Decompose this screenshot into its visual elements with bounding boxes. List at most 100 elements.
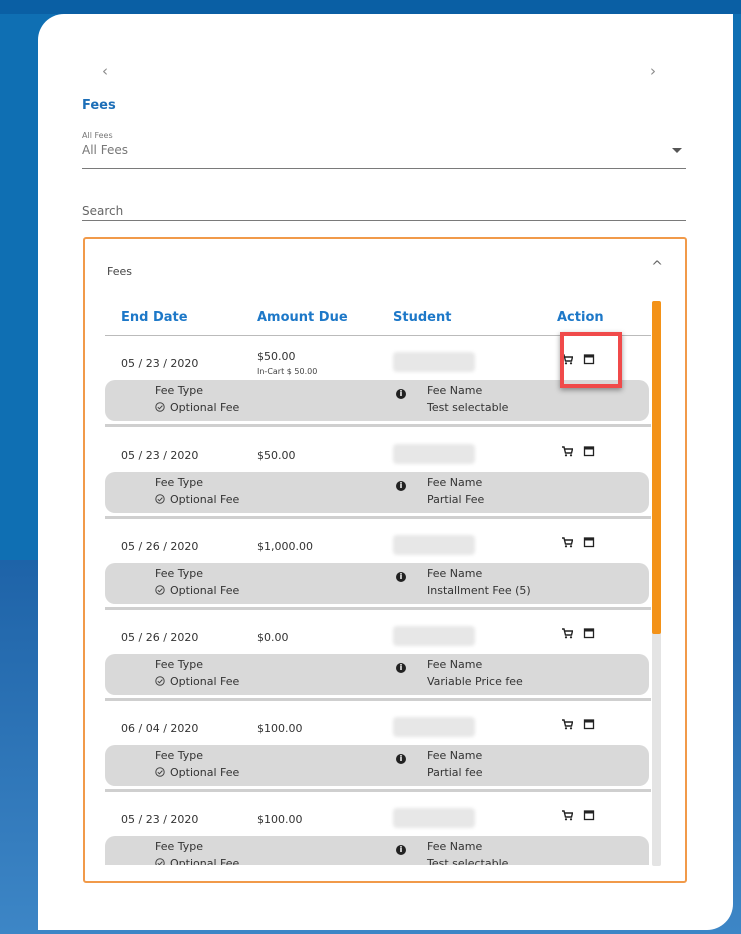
cart-icon[interactable]	[561, 445, 573, 457]
student-name-blurred	[393, 535, 475, 555]
student-name-blurred	[393, 444, 475, 464]
cart-icon[interactable]	[561, 718, 573, 730]
fee-name-value: Installment Fee (5)	[427, 584, 531, 597]
column-header-student[interactable]: Student	[393, 310, 451, 325]
search-input[interactable]	[82, 204, 686, 218]
fee-name-value: Partial fee	[427, 766, 483, 779]
check-circle-icon	[155, 494, 165, 504]
student-name-blurred	[393, 717, 475, 737]
fee-type-text: Optional Fee	[170, 675, 240, 688]
fee-name-value: Test selectable	[427, 401, 509, 414]
fee-type-label: Fee Type	[155, 840, 204, 853]
fee-detail-panel: Fee Type Optional Fee i Fee Name Install…	[105, 563, 649, 604]
row-divider	[105, 789, 651, 792]
fee-type-text: Optional Fee	[170, 584, 240, 597]
check-circle-icon	[155, 767, 165, 777]
calendar-icon[interactable]	[583, 536, 595, 548]
info-icon: i	[396, 754, 406, 764]
fee-type-value: Optional Fee	[155, 857, 239, 865]
fee-name-value: Partial Fee	[427, 493, 485, 506]
end-date-cell: 05 / 26 / 2020	[121, 540, 199, 553]
check-circle-icon	[155, 402, 165, 412]
column-header-amount-due[interactable]: Amount Due	[257, 310, 348, 325]
fee-type-value: Optional Fee	[155, 584, 239, 597]
calendar-icon[interactable]	[583, 718, 595, 730]
info-icon: i	[396, 389, 406, 399]
fee-name-value: Test selectable	[427, 857, 509, 865]
fee-detail-panel: Fee Type Optional Fee i Fee Name Partial…	[105, 745, 649, 786]
search-field[interactable]	[82, 200, 686, 221]
cart-icon[interactable]	[561, 809, 573, 821]
fee-filter-select[interactable]: All Fees All Fees	[82, 131, 686, 169]
amount-due-cell: $50.00	[257, 449, 296, 462]
student-name-blurred	[393, 352, 475, 372]
fee-type-label: Fee Type	[155, 567, 204, 580]
row-divider	[105, 607, 651, 610]
table-row: 05 / 23 / 2020 $100.00 Fee Type Optional…	[105, 793, 651, 865]
cart-icon[interactable]	[561, 536, 573, 548]
fee-name-label: Fee Name	[427, 749, 483, 762]
column-header-action[interactable]: Action	[557, 310, 604, 325]
fee-type-label: Fee Type	[155, 658, 204, 671]
top-banner	[0, 0, 741, 14]
end-date-cell: 05 / 26 / 2020	[121, 631, 199, 644]
amount-due-cell: $1,000.00	[257, 540, 313, 553]
filter-label: All Fees	[82, 131, 113, 140]
fee-name-value: Variable Price fee	[427, 675, 523, 688]
table-row: 06 / 04 / 2020 $100.00 Fee Type Optional…	[105, 702, 651, 792]
fee-type-text: Optional Fee	[170, 857, 240, 865]
fee-type-label: Fee Type	[155, 384, 204, 397]
table-row: 05 / 26 / 2020 $1,000.00 Fee Type Option…	[105, 520, 651, 610]
amount-due-cell: $50.00	[257, 350, 296, 363]
end-date-cell: 05 / 23 / 2020	[121, 813, 199, 826]
table-row: 05 / 23 / 2020 $50.00 Fee Type Optional …	[105, 429, 651, 519]
fee-name-label: Fee Name	[427, 567, 483, 580]
info-icon: i	[396, 845, 406, 855]
highlight-box	[560, 332, 622, 388]
check-circle-icon	[155, 585, 165, 595]
fee-name-label: Fee Name	[427, 384, 483, 397]
fee-name-label: Fee Name	[427, 476, 483, 489]
calendar-icon[interactable]	[583, 809, 595, 821]
fee-detail-panel: Fee Type Optional Fee i Fee Name Test se…	[105, 836, 649, 865]
fee-type-label: Fee Type	[155, 749, 204, 762]
calendar-icon[interactable]	[583, 445, 595, 457]
collapse-chevron-icon[interactable]: ^	[651, 259, 663, 275]
check-circle-icon	[155, 676, 165, 686]
end-date-cell: 05 / 23 / 2020	[121, 449, 199, 462]
row-divider	[105, 698, 651, 701]
student-name-blurred	[393, 808, 475, 828]
row-divider	[105, 424, 651, 427]
info-icon: i	[396, 572, 406, 582]
dropdown-arrow-icon	[672, 148, 682, 153]
info-icon: i	[396, 481, 406, 491]
scrollbar-thumb[interactable]	[652, 301, 661, 634]
column-header-end-date[interactable]: End Date	[121, 310, 188, 325]
row-divider	[105, 516, 651, 519]
fee-type-text: Optional Fee	[170, 493, 240, 506]
fees-accordion-title: Fees	[107, 265, 132, 278]
fee-type-value: Optional Fee	[155, 675, 239, 688]
calendar-icon[interactable]	[583, 627, 595, 639]
scrollbar[interactable]	[652, 301, 661, 866]
fee-name-label: Fee Name	[427, 840, 483, 853]
fee-type-label: Fee Type	[155, 476, 204, 489]
amount-due-cell: $100.00	[257, 722, 303, 735]
cart-icon[interactable]	[561, 627, 573, 639]
table-row: 05 / 26 / 2020 $0.00 Fee Type Optional F…	[105, 611, 651, 701]
end-date-cell: 05 / 23 / 2020	[121, 357, 199, 370]
fee-detail-panel: Fee Type Optional Fee i Fee Name Partial…	[105, 472, 649, 513]
next-arrow-icon[interactable]: ›	[650, 62, 656, 80]
previous-arrow-icon[interactable]: ‹	[102, 62, 108, 80]
amount-due-cell: $0.00	[257, 631, 289, 644]
info-icon: i	[396, 663, 406, 673]
filter-value: All Fees	[82, 143, 128, 157]
fee-name-label: Fee Name	[427, 658, 483, 671]
fees-panel: ‹ › Fees All Fees All Fees Fees ^ End Da…	[38, 14, 733, 930]
in-cart-amount: In-Cart $ 50.00	[257, 367, 318, 376]
fee-type-value: Optional Fee	[155, 766, 239, 779]
end-date-cell: 06 / 04 / 2020	[121, 722, 199, 735]
fee-detail-panel: Fee Type Optional Fee i Fee Name Variabl…	[105, 654, 649, 695]
fee-type-value: Optional Fee	[155, 493, 239, 506]
student-name-blurred	[393, 626, 475, 646]
